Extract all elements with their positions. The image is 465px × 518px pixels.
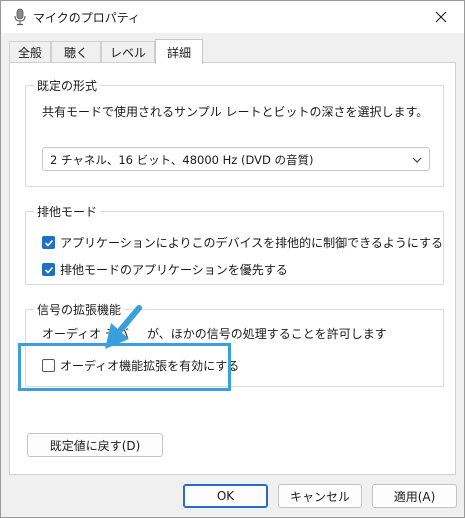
exclusive-priority-checkbox[interactable] xyxy=(42,263,55,276)
pointer-arrow-icon xyxy=(105,305,142,349)
tab-general[interactable]: 全般 xyxy=(9,41,51,63)
sample-format-value: 2 チャネル、16 ビット、48000 Hz (DVD の音質) xyxy=(50,153,314,167)
exclusive-mode-title: 排他モード xyxy=(34,203,101,220)
tab-advanced[interactable]: 詳細 xyxy=(155,39,203,64)
exclusive-control-checkbox[interactable] xyxy=(42,236,55,249)
default-format-description: 共有モードで使用されるサンプル レートとビットの深さを選択します。 xyxy=(42,105,429,119)
sample-format-dropdown[interactable]: 2 チャネル、16 ビット、48000 Hz (DVD の音質) xyxy=(42,147,430,171)
window-title: マイクのプロパティ xyxy=(33,11,141,25)
restore-defaults-button[interactable]: 既定値に戻す(D) xyxy=(27,433,163,457)
microphone-icon xyxy=(14,8,26,26)
ok-button[interactable]: OK xyxy=(183,484,268,508)
check-icon xyxy=(44,239,53,247)
title-bar: マイクのプロパティ xyxy=(1,1,464,33)
exclusive-priority-checkbox-row[interactable]: 排他モードのアプリケーションを優先する xyxy=(42,261,288,278)
close-button[interactable] xyxy=(426,5,456,29)
chevron-down-icon xyxy=(412,157,422,163)
apply-button[interactable]: 適用(A) xyxy=(372,484,457,508)
default-format-title: 既定の形式 xyxy=(34,77,101,94)
default-format-group: 既定の形式 共有モードで使用されるサンプル レートとビットの深さを選択します。 … xyxy=(25,77,444,187)
exclusive-control-checkbox-row[interactable]: アプリケーションによりこのデバイスを排他的に制御できるようにする xyxy=(42,234,443,251)
exclusive-mode-group: 排他モード アプリケーションによりこのデバイスを排他的に制御できるようにする 排… xyxy=(25,203,444,285)
exclusive-priority-label: 排他モードのアプリケーションを優先する xyxy=(60,263,288,277)
close-icon xyxy=(435,11,447,23)
exclusive-control-label: アプリケーションによりこのデバイスを排他的に制御できるようにする xyxy=(60,236,444,250)
properties-window: マイクのプロパティ 全般 聴く レベル 詳細 既定の形式 共有モードで使用される… xyxy=(0,0,465,518)
signal-enhancements-description: オーディオ デバ が、ほかの信号の処理することを許可します xyxy=(42,327,387,341)
tab-strip: 全般 聴く レベル 詳細 xyxy=(9,39,456,64)
tab-listen[interactable]: 聴く xyxy=(51,41,101,63)
cancel-button[interactable]: キャンセル xyxy=(278,484,362,508)
tab-levels[interactable]: レベル xyxy=(101,41,155,63)
tab-panel-advanced: 既定の形式 共有モードで使用されるサンプル レートとビットの深さを選択します。 … xyxy=(9,62,456,475)
check-icon xyxy=(44,266,53,274)
